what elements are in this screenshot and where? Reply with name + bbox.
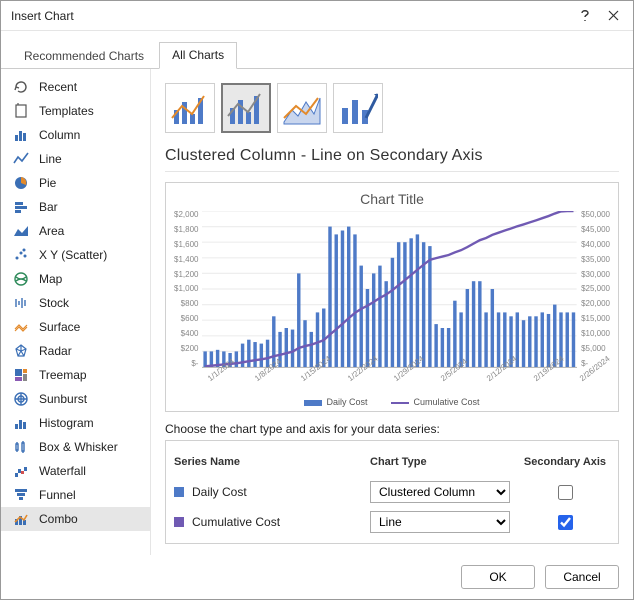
tab-recommended[interactable]: Recommended Charts (11, 43, 157, 69)
sidebar-item-histogram[interactable]: Histogram (1, 411, 150, 435)
sidebar-item-box-whisker[interactable]: Box & Whisker (1, 435, 150, 459)
series-row-cumulative: Cumulative Cost Line (174, 507, 610, 537)
series-type-select[interactable]: Line (370, 511, 510, 533)
chart-type-icon (13, 463, 29, 479)
insert-chart-dialog: Insert Chart Recommended Charts All Char… (0, 0, 634, 600)
secondary-axis-checkbox[interactable] (558, 515, 573, 530)
chart-type-icon (13, 127, 29, 143)
chart-type-icon (13, 175, 29, 191)
sidebar-item-x-y-scatter-[interactable]: X Y (Scatter) (1, 243, 150, 267)
chart-type-icon (13, 199, 29, 215)
sidebar-item-waterfall[interactable]: Waterfall (1, 459, 150, 483)
col-header-name: Series Name (174, 456, 370, 468)
plot-area (202, 211, 577, 368)
dialog-title: Insert Chart (11, 9, 571, 23)
sidebar-item-templates[interactable]: Templates (1, 99, 150, 123)
chart-preview: Chart Title $2,000$1,800$1,600$1,400$1,2… (165, 182, 619, 412)
legend-item-daily: Daily Cost (304, 397, 367, 407)
chart-type-icon (13, 343, 29, 359)
chart-type-icon (13, 319, 29, 335)
series-marker-icon (174, 487, 184, 497)
chart-type-icon (13, 295, 29, 311)
sidebar-item-funnel[interactable]: Funnel (1, 483, 150, 507)
chart-type-icon (13, 103, 29, 119)
dialog-footer: OK Cancel (1, 555, 633, 599)
series-name: Cumulative Cost (192, 515, 280, 529)
sidebar-item-line[interactable]: Line (1, 147, 150, 171)
series-config-label: Choose the chart type and axis for your … (165, 422, 619, 440)
sidebar-item-stock[interactable]: Stock (1, 291, 150, 315)
col-header-type: Chart Type (370, 456, 520, 468)
col-header-axis: Secondary Axis (520, 456, 610, 468)
tabs: Recommended Charts All Charts (1, 39, 633, 69)
chart-type-icon (13, 223, 29, 239)
bar-swatch-icon (304, 400, 322, 406)
variant-1[interactable] (165, 83, 215, 133)
chart-type-icon (13, 487, 29, 503)
chart-type-sidebar: RecentTemplatesColumnLinePieBarAreaX Y (… (1, 69, 151, 555)
sidebar-item-column[interactable]: Column (1, 123, 150, 147)
secondary-axis-checkbox[interactable] (558, 485, 573, 500)
series-row-daily: Daily Cost Clustered Column (174, 477, 610, 507)
sidebar-item-sunburst[interactable]: Sunburst (1, 387, 150, 411)
sidebar-item-radar[interactable]: Radar (1, 339, 150, 363)
y-axis-secondary: $50,000$45,000$40,000$35,000$30,000$25,0… (581, 211, 610, 368)
chart-title: Chart Title (174, 191, 610, 207)
sidebar-item-surface[interactable]: Surface (1, 315, 150, 339)
tab-all-charts[interactable]: All Charts (159, 42, 237, 69)
chart-type-icon (13, 415, 29, 431)
titlebar: Insert Chart (1, 1, 633, 31)
chart-type-icon (13, 511, 29, 527)
series-config: Choose the chart type and axis for your … (165, 422, 619, 544)
chart-type-icon (13, 247, 29, 263)
x-axis: 1/1/20241/8/20241/15/20241/22/20241/29/2… (206, 370, 578, 379)
sidebar-item-bar[interactable]: Bar (1, 195, 150, 219)
chart-legend: Daily Cost Cumulative Cost (174, 397, 610, 407)
chart-type-icon (13, 367, 29, 383)
chart-type-icon (13, 391, 29, 407)
variant-2[interactable] (221, 83, 271, 133)
sidebar-item-treemap[interactable]: Treemap (1, 363, 150, 387)
line-swatch-icon (391, 402, 409, 404)
sidebar-item-map[interactable]: Map (1, 267, 150, 291)
chart-type-icon (13, 271, 29, 287)
sidebar-item-area[interactable]: Area (1, 219, 150, 243)
y-axis-primary: $2,000$1,800$1,600$1,400$1,200$1,000$800… (174, 211, 198, 368)
chart-type-icon (13, 79, 29, 95)
chart-type-icon (13, 151, 29, 167)
series-marker-icon (174, 517, 184, 527)
main-panel: Clustered Column - Line on Secondary Axi… (151, 69, 633, 555)
ok-button[interactable]: OK (461, 565, 535, 589)
help-button[interactable] (571, 2, 599, 30)
legend-item-cumulative: Cumulative Cost (391, 397, 479, 407)
cancel-button[interactable]: Cancel (545, 565, 619, 589)
close-button[interactable] (599, 2, 627, 30)
sidebar-item-recent[interactable]: Recent (1, 75, 150, 99)
variant-4[interactable] (333, 83, 383, 133)
series-type-select[interactable]: Clustered Column (370, 481, 510, 503)
variant-3[interactable] (277, 83, 327, 133)
chart-type-icon (13, 439, 29, 455)
variant-row (165, 83, 619, 133)
series-name: Daily Cost (192, 485, 247, 499)
sidebar-item-pie[interactable]: Pie (1, 171, 150, 195)
sidebar-item-combo[interactable]: Combo (1, 507, 150, 531)
variant-heading: Clustered Column - Line on Secondary Axi… (165, 147, 619, 172)
